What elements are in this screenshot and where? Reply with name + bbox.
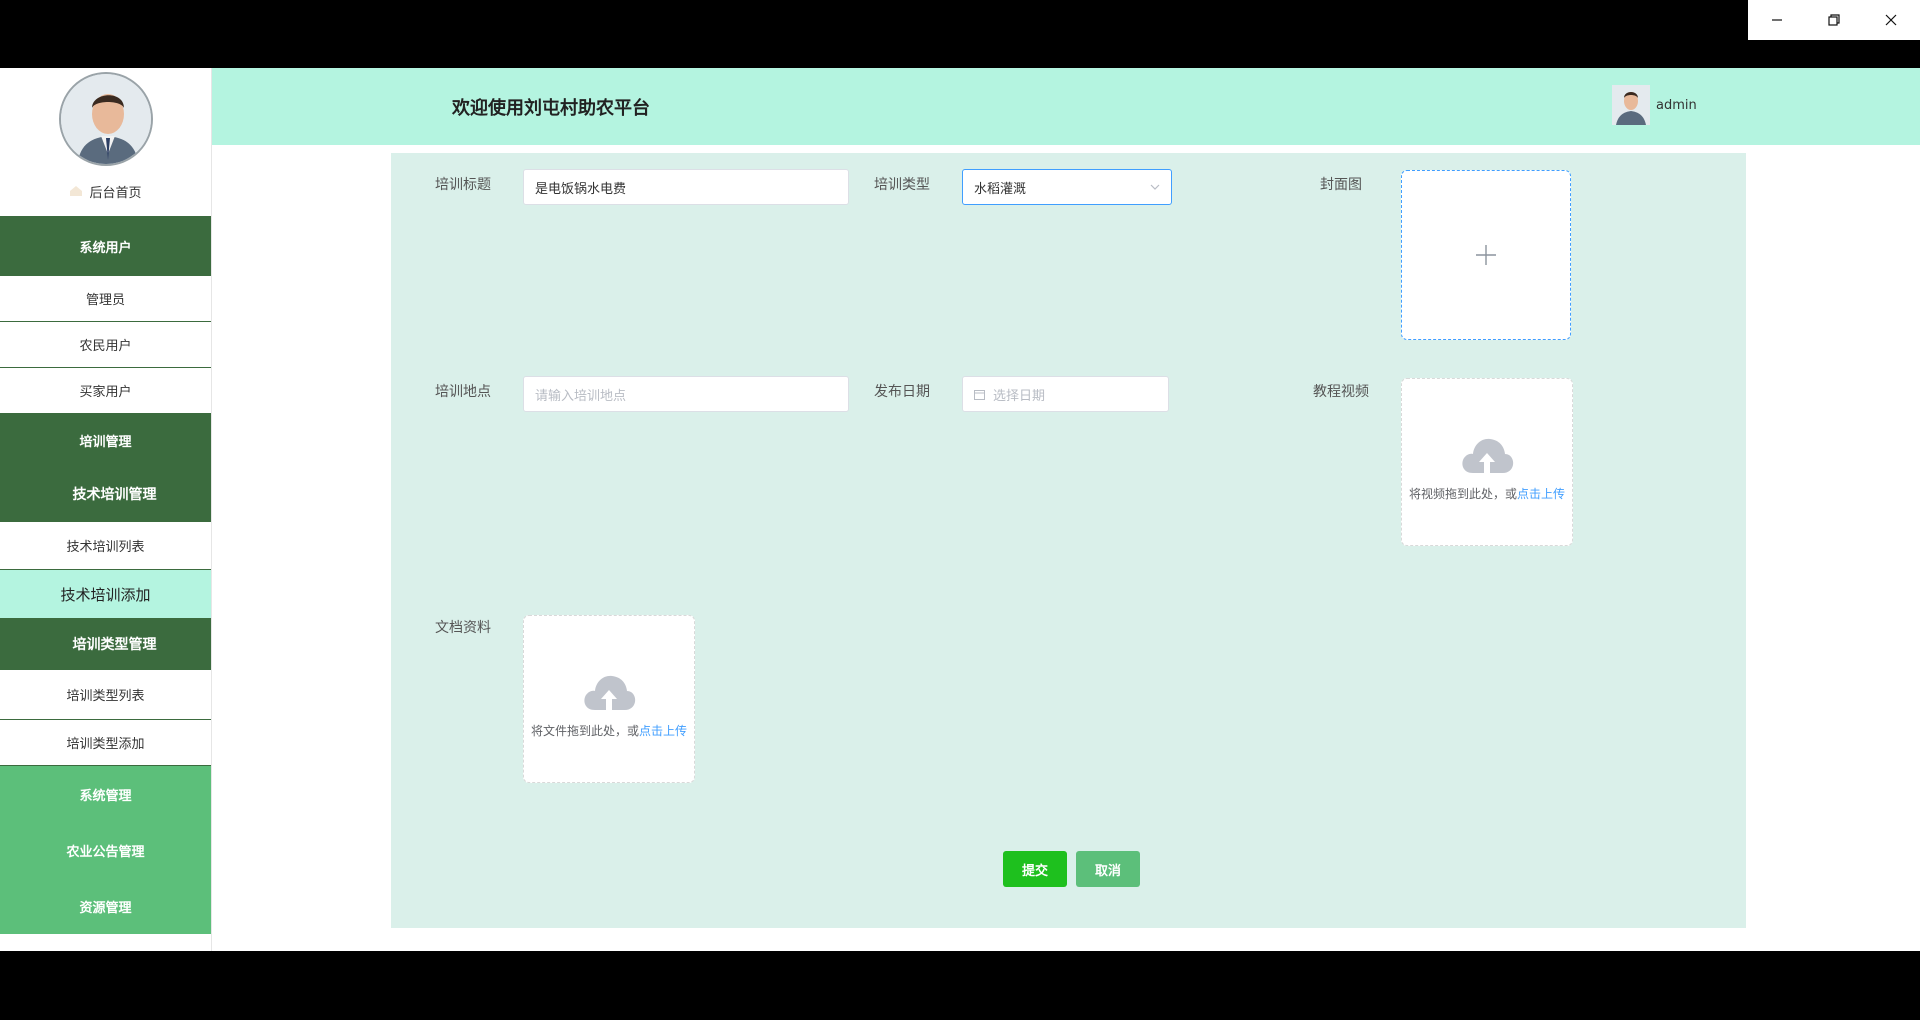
top-header: 欢迎使用刘屯村助农平台 admin (212, 68, 1920, 145)
close-button[interactable] (1863, 0, 1920, 40)
avatar[interactable] (58, 72, 153, 166)
document-upload-link[interactable]: 点击上传 (639, 724, 687, 738)
title-field-label: 培训标题 (435, 177, 491, 193)
date-picker[interactable]: 选择日期 (962, 376, 1169, 412)
sidebar-group-resource[interactable]: 资源管理 (0, 878, 211, 934)
restore-icon (1828, 14, 1840, 26)
date-placeholder: 选择日期 (993, 388, 1046, 404)
restore-button[interactable] (1805, 0, 1862, 40)
cancel-button[interactable]: 取消 (1076, 851, 1140, 887)
window-titlebar (0, 0, 1920, 68)
sidebar-item-type-list[interactable]: 培训类型列表 (0, 670, 211, 720)
minimize-button[interactable] (1748, 0, 1805, 40)
close-icon (1885, 14, 1897, 26)
home-icon (70, 186, 83, 196)
video-drag-hint: 将视频拖到此处，或 (1408, 486, 1517, 501)
type-select-value: 水稻灌溉 (974, 181, 1027, 197)
document-drag-hint: 将文件拖到此处，或 (530, 723, 639, 738)
video-upload-dropzone[interactable]: 将视频拖到此处，或点击上传 (1401, 378, 1573, 546)
app-window: 后台首页 系统用户 管理员 农民用户 买家用户 培训管理 技术培训管理 技术培训… (0, 68, 1920, 951)
location-input[interactable]: 请输入培训地点 (523, 376, 849, 412)
sidebar-item-admin[interactable]: 管理员 (0, 276, 211, 322)
type-select[interactable]: 水稻灌溉 (962, 169, 1172, 205)
user-avatar-icon (1612, 85, 1650, 125)
sidebar-submenu-type[interactable]: 培训类型管理 (0, 618, 211, 670)
video-upload-link[interactable]: 点击上传 (1517, 487, 1565, 501)
sidebar-home-link[interactable]: 后台首页 (0, 166, 211, 216)
submit-button[interactable]: 提交 (1003, 851, 1067, 887)
chevron-down-icon (1150, 184, 1160, 190)
cloud-upload-icon (584, 675, 636, 710)
avatar-photo-icon (60, 74, 151, 164)
page-title: 欢迎使用刘屯村助农平台 (452, 98, 650, 119)
form-panel: 培训标题 是电饭锅水电费 培训类型 水稻灌溉 封面图 培训地点 请输入培训地点 … (391, 153, 1746, 928)
document-field-label: 文档资料 (435, 620, 491, 636)
document-upload-dropzone[interactable]: 将文件拖到此处，或点击上传 (523, 615, 695, 783)
sidebar-item-tech-list[interactable]: 技术培训列表 (0, 522, 211, 570)
cloud-upload-icon (1462, 438, 1514, 473)
sidebar-home-label: 后台首页 (89, 185, 142, 201)
cover-field-label: 封面图 (1320, 177, 1362, 193)
plus-icon (1476, 245, 1496, 265)
sidebar-item-type-add[interactable]: 培训类型添加 (0, 720, 211, 766)
document-dropzone-text: 将文件拖到此处，或点击上传 (531, 722, 687, 739)
header-user-menu[interactable]: admin (1612, 85, 1697, 125)
sidebar: 后台首页 系统用户 管理员 农民用户 买家用户 培训管理 技术培训管理 技术培训… (0, 68, 212, 951)
header-username: admin (1656, 97, 1697, 113)
sidebar-item-tech-add[interactable]: 技术培训添加 (0, 570, 211, 618)
sidebar-group-notice[interactable]: 农业公告管理 (0, 822, 211, 878)
minimize-icon (1771, 19, 1782, 21)
title-input[interactable]: 是电饭锅水电费 (523, 169, 849, 205)
sidebar-group-system-manage[interactable]: 系统管理 (0, 766, 211, 822)
sidebar-item-farmer-users[interactable]: 农民用户 (0, 322, 211, 368)
location-field-label: 培训地点 (435, 384, 491, 400)
sidebar-group-training[interactable]: 培训管理 (0, 414, 211, 466)
type-field-label: 培训类型 (874, 177, 930, 193)
sidebar-submenu-tech-training[interactable]: 技术培训管理 (0, 466, 211, 522)
video-field-label: 教程视频 (1313, 384, 1369, 400)
sidebar-group-system-users[interactable]: 系统用户 (0, 216, 211, 276)
avatar-wrap (0, 68, 211, 166)
window-controls (1748, 0, 1920, 40)
user-avatar[interactable] (1612, 85, 1650, 125)
sidebar-item-buyer-users[interactable]: 买家用户 (0, 368, 211, 414)
video-dropzone-text: 将视频拖到此处，或点击上传 (1409, 485, 1565, 502)
cover-upload[interactable] (1401, 170, 1571, 340)
date-field-label: 发布日期 (874, 384, 930, 400)
calendar-icon (974, 389, 985, 400)
